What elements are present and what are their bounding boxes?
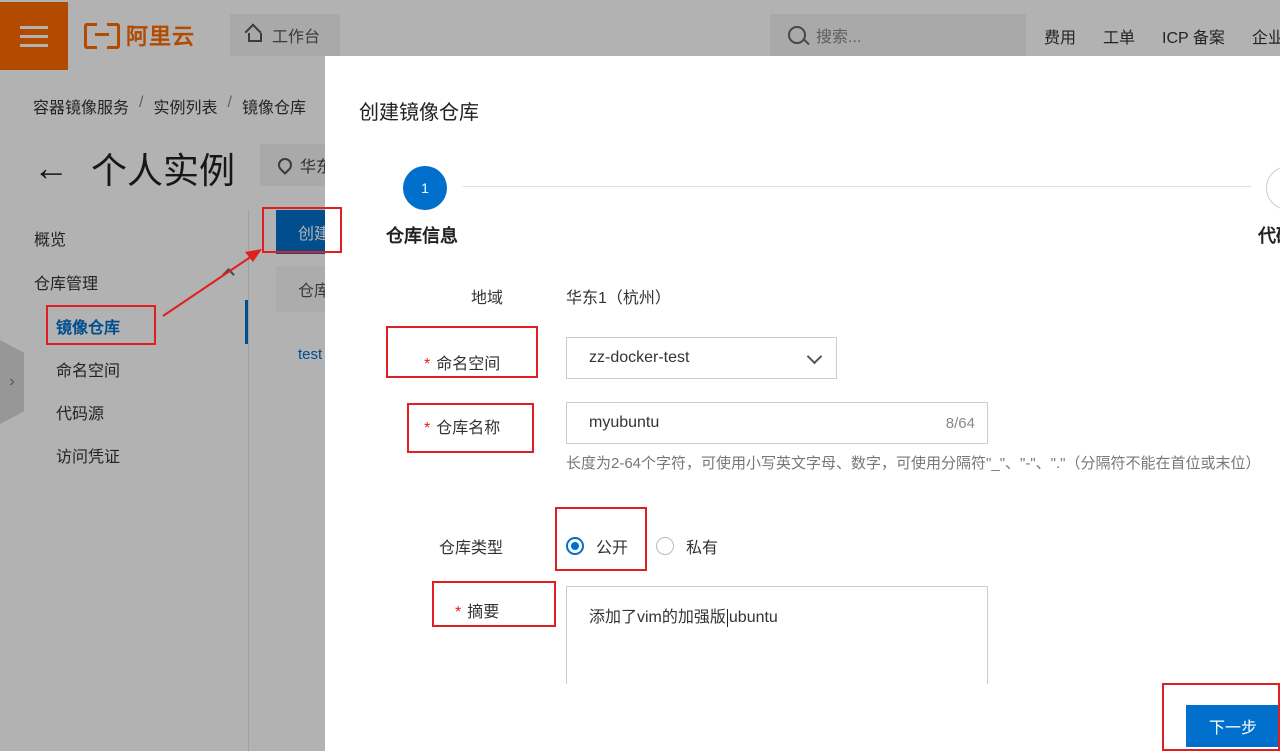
annotation-box-namespace — [386, 326, 538, 378]
annotation-box-summary — [432, 581, 556, 627]
annotation-arrow — [162, 249, 262, 317]
annotation-box-public — [555, 507, 647, 571]
annotation-box-next-button — [1162, 683, 1280, 751]
annotation-box-repo-name — [407, 403, 534, 453]
